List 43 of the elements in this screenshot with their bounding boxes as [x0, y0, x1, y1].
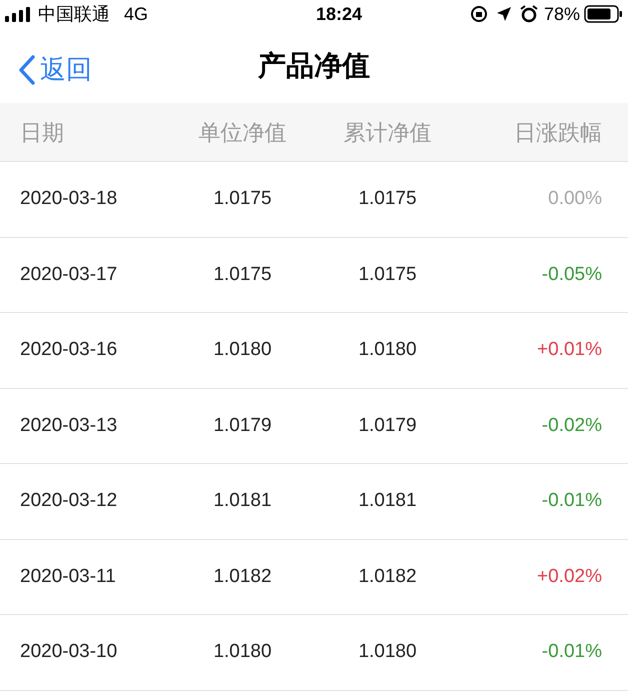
change-cell-text: -0.02% — [540, 414, 603, 438]
date-cell-text: 2020-03-12 — [19, 489, 118, 513]
change-cell-text: +0.02% — [536, 564, 603, 588]
date-cell-text: 2020-03-17 — [19, 262, 118, 286]
date-cell-text: 2020-03-16 — [19, 338, 118, 362]
cumulative-value-cell-text: 1.0175 — [357, 262, 418, 286]
cumulative-value-cell-text: 1.0175 — [357, 187, 418, 211]
page-title: 产品净值 — [258, 48, 370, 82]
unit-value-cell-text: 1.0182 — [212, 564, 273, 588]
unit-value-cell-text: 1.0175 — [212, 262, 273, 286]
battery-icon — [584, 5, 624, 23]
unit-value-cell-text: 1.0175 — [212, 187, 273, 211]
date-cell-text: 2020-03-13 — [19, 414, 118, 438]
unit-value-cell-text: 1.0179 — [212, 414, 273, 438]
clock-time: 18:24 — [316, 2, 362, 26]
date-cell-text: 2020-03-10 — [19, 640, 118, 664]
date-cell-text: 2020-03-11 — [19, 564, 117, 588]
change-cell-text: -0.05% — [540, 262, 603, 286]
column-header: 累计净值 — [342, 118, 432, 146]
cumulative-value-cell-text: 1.0180 — [357, 338, 418, 362]
cumulative-value-cell-text: 1.0179 — [357, 414, 418, 438]
alarm-clock-icon — [520, 5, 538, 23]
back-button[interactable]: 返回 — [18, 50, 92, 89]
unit-value-cell-text: 1.0180 — [212, 640, 273, 664]
column-header: 单位净值 — [198, 118, 288, 146]
column-header: 日期 — [19, 118, 65, 146]
location-arrow-icon — [496, 6, 512, 22]
change-cell-text: -0.01% — [540, 489, 603, 513]
battery-percent: 78% — [544, 2, 580, 26]
carrier-name: 中国联通 — [38, 2, 110, 26]
change-cell-text: +0.01% — [536, 338, 603, 362]
chevron-left-icon — [18, 54, 36, 84]
cumulative-value-cell-text: 1.0180 — [357, 640, 418, 664]
rotation-lock-icon — [470, 5, 488, 23]
change-cell-text: 0.00% — [547, 187, 603, 211]
column-header: 日涨跌幅 — [513, 118, 603, 146]
date-cell-text: 2020-03-18 — [19, 187, 118, 211]
cumulative-value-cell-text: 1.0182 — [357, 564, 418, 588]
unit-value-cell-text: 1.0181 — [212, 489, 273, 513]
unit-value-cell-text: 1.0180 — [212, 338, 273, 362]
change-cell-text: -0.01% — [540, 640, 603, 664]
network-type: 4G — [124, 2, 148, 26]
cumulative-value-cell-text: 1.0181 — [357, 489, 418, 513]
